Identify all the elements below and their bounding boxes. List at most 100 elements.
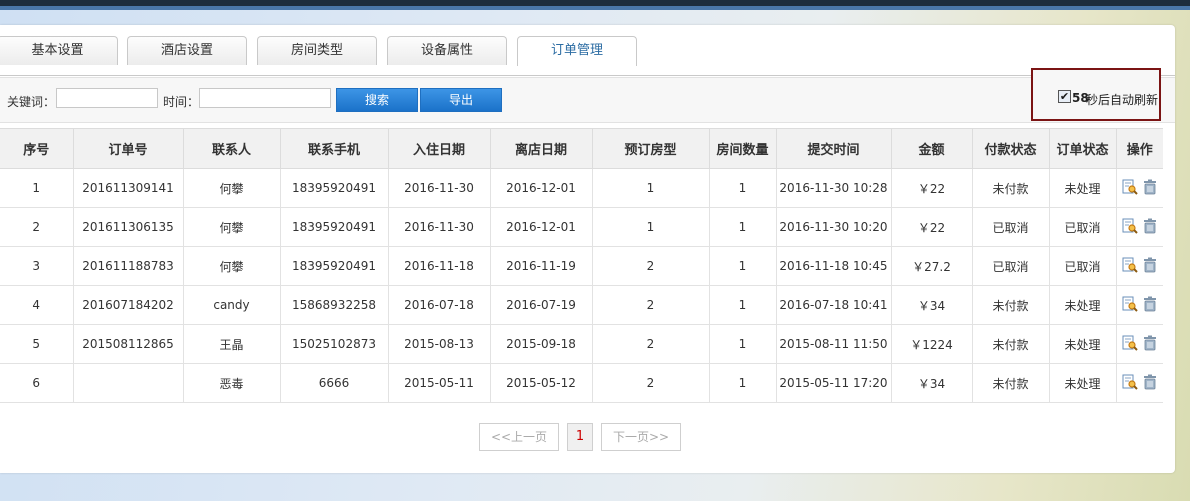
cell-phone: 15025102873	[280, 324, 389, 364]
cell-submit-time: 2016-11-18 10:45	[776, 246, 892, 286]
time-input[interactable]	[199, 88, 331, 108]
row-actions	[1122, 374, 1158, 390]
cell-submit-time: 2015-08-11 11:50	[776, 324, 892, 364]
col-header-amount: 金额	[891, 128, 973, 169]
tab-room-types[interactable]: 房间类型	[257, 36, 377, 65]
view-icon[interactable]	[1122, 179, 1138, 195]
orders-table-body: 1 201611309141 何攀 18395920491 2016-11-30 2016…	[0, 168, 1163, 403]
auto-refresh-text: 秒后自动刷新	[1086, 93, 1159, 107]
cell-submit-time: 2016-07-18 10:41	[776, 285, 892, 325]
cell-order-status: 未处理	[1049, 363, 1117, 403]
row-actions	[1122, 296, 1158, 312]
cell-checkin: 2015-05-11	[388, 363, 491, 403]
cell-room-type: 2	[592, 363, 710, 403]
trash-icon[interactable]	[1142, 296, 1158, 312]
cell-order-no: 201611188783	[73, 246, 184, 286]
orders-table: 序号 订单号 联系人 联系手机 入住日期 离店日期 预订房型 房间数量 提交时间…	[0, 128, 1163, 403]
keyword-input[interactable]	[56, 88, 158, 108]
prev-page-button[interactable]: <<上一页	[479, 423, 559, 451]
table-row: 4 201607184202 candy 15868932258 2016-07-18 2…	[0, 285, 1163, 325]
cell-contact: 何攀	[183, 246, 281, 286]
cell-room-count: 1	[709, 207, 777, 247]
table-row: 6 恶毒 6666 2015-05-11 2015-05-12 2 1 2015-05-11 …	[0, 363, 1163, 403]
cell-room-type: 1	[592, 168, 710, 208]
tab-basic-settings[interactable]: 基本设置	[0, 36, 118, 65]
cell-index: 5	[0, 324, 74, 364]
cell-order-no: 201508112865	[73, 324, 184, 364]
table-row: 2 201611306135 何攀 18395920491 2016-11-30 2016…	[0, 207, 1163, 247]
col-header-room-type: 预订房型	[592, 128, 710, 169]
cell-order-no: 201611309141	[73, 168, 184, 208]
cell-room-type: 2	[592, 324, 710, 364]
cell-actions	[1116, 168, 1163, 208]
cell-room-count: 1	[709, 168, 777, 208]
row-actions	[1122, 218, 1158, 234]
cell-submit-time: 2016-11-30 10:20	[776, 207, 892, 247]
cell-payment-status: 未付款	[972, 363, 1050, 403]
trash-icon[interactable]	[1142, 335, 1158, 351]
cell-index: 3	[0, 246, 74, 286]
tab-bar: 基本设置 酒店设置 房间类型 设备属性 订单管理	[0, 36, 1175, 76]
col-header-submit-time: 提交时间	[776, 128, 892, 169]
cell-amount: ￥22	[891, 168, 973, 208]
col-header-index: 序号	[0, 128, 74, 169]
cell-payment-status: 未付款	[972, 324, 1050, 364]
cell-amount: ￥27.2	[891, 246, 973, 286]
tab-hotel-settings[interactable]: 酒店设置	[127, 36, 247, 65]
col-header-checkin: 入住日期	[388, 128, 491, 169]
cell-checkin: 2016-11-30	[388, 207, 491, 247]
cell-order-no	[73, 363, 184, 403]
auto-refresh-checkbox[interactable]: ✔	[1058, 90, 1071, 103]
cell-actions	[1116, 324, 1163, 364]
export-button[interactable]: 导出	[420, 88, 502, 112]
cell-contact: 恶毒	[183, 363, 281, 403]
cell-checkin: 2016-07-18	[388, 285, 491, 325]
tab-order-management[interactable]: 订单管理	[517, 36, 637, 66]
trash-icon[interactable]	[1142, 179, 1158, 195]
current-page[interactable]: 1	[567, 423, 593, 451]
cell-actions	[1116, 363, 1163, 403]
cell-order-status: 已取消	[1049, 246, 1117, 286]
cell-order-no: 201607184202	[73, 285, 184, 325]
cell-amount: ￥34	[891, 363, 973, 403]
cell-payment-status: 已取消	[972, 207, 1050, 247]
cell-submit-time: 2015-05-11 17:20	[776, 363, 892, 403]
view-icon[interactable]	[1122, 335, 1138, 351]
table-row: 1 201611309141 何攀 18395920491 2016-11-30 2016…	[0, 168, 1163, 208]
cell-actions	[1116, 246, 1163, 286]
cell-checkout: 2016-12-01	[490, 207, 593, 247]
trash-icon[interactable]	[1142, 218, 1158, 234]
cell-checkout: 2016-07-19	[490, 285, 593, 325]
view-icon[interactable]	[1122, 296, 1138, 312]
cell-phone: 6666	[280, 363, 389, 403]
table-row: 3 201611188783 何攀 18395920491 2016-11-18 2016…	[0, 246, 1163, 286]
search-button[interactable]: 搜索	[336, 88, 418, 112]
cell-contact: 王晶	[183, 324, 281, 364]
trash-icon[interactable]	[1142, 374, 1158, 390]
cell-phone: 15868932258	[280, 285, 389, 325]
table-header-row: 序号 订单号 联系人 联系手机 入住日期 离店日期 预订房型 房间数量 提交时间…	[0, 128, 1163, 169]
cell-payment-status: 未付款	[972, 168, 1050, 208]
cell-actions	[1116, 207, 1163, 247]
view-icon[interactable]	[1122, 257, 1138, 273]
cell-index: 1	[0, 168, 74, 208]
cell-room-count: 1	[709, 285, 777, 325]
trash-icon[interactable]	[1142, 257, 1158, 273]
cell-room-type: 1	[592, 207, 710, 247]
cell-checkin: 2015-08-13	[388, 324, 491, 364]
cell-room-type: 2	[592, 246, 710, 286]
search-toolbar: 关键词： 时间： 搜索 导出	[0, 77, 1175, 123]
view-icon[interactable]	[1122, 218, 1138, 234]
tab-equipment-attributes[interactable]: 设备属性	[387, 36, 507, 65]
cell-checkout: 2015-05-12	[490, 363, 593, 403]
cell-room-count: 1	[709, 324, 777, 364]
next-page-button[interactable]: 下一页>>	[601, 423, 681, 451]
col-header-payment-status: 付款状态	[972, 128, 1050, 169]
cell-contact: 何攀	[183, 207, 281, 247]
view-icon[interactable]	[1122, 374, 1138, 390]
cell-actions	[1116, 285, 1163, 325]
cell-phone: 18395920491	[280, 168, 389, 208]
col-header-order-no: 订单号	[73, 128, 184, 169]
cell-room-count: 1	[709, 246, 777, 286]
col-header-phone: 联系手机	[280, 128, 389, 169]
